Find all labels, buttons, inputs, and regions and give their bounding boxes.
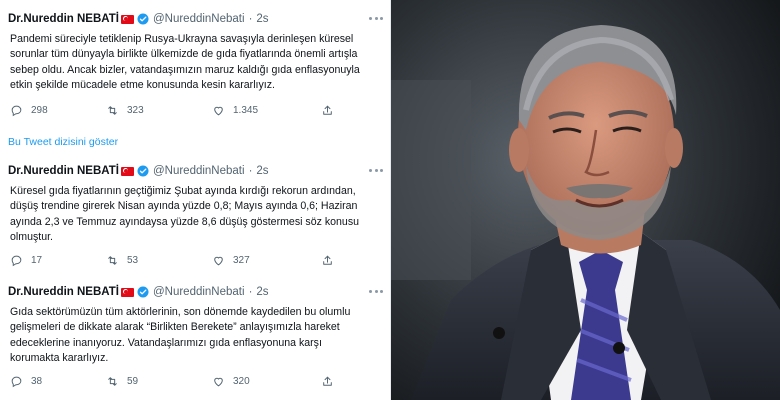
retweet-count: 53: [127, 255, 139, 266]
tweet-2[interactable]: Dr.Nureddin NEBATİ @NureddinNebati · 2s …: [0, 164, 391, 245]
verified-badge-icon: [137, 165, 149, 177]
share-icon: [323, 376, 332, 386]
reply-icon: [11, 376, 22, 388]
separator-dot: ·: [248, 286, 253, 298]
tweet-header: Dr.Nureddin NEBATİ @NureddinNebati · 2s: [8, 12, 383, 26]
reply-icon: [11, 105, 22, 117]
like-icon: [214, 256, 223, 266]
tweet-header: Dr.Nureddin NEBATİ @NureddinNebati · 2s: [8, 164, 383, 178]
more-icon[interactable]: [369, 167, 383, 173]
tweet-time[interactable]: 2s: [256, 164, 268, 178]
author-handle[interactable]: @NureddinNebati: [153, 164, 245, 178]
tweet-text-line: Pandemi süreciyle tetiklenip Rusya-Ukray…: [10, 33, 354, 45]
man-portrait-image: [391, 0, 780, 400]
tweet-text-line: etkin şekilde mücadele etme konusunda ke…: [10, 78, 275, 91]
turkey-flag-icon: [120, 166, 134, 176]
tweet-3[interactable]: Dr.Nureddin NEBATİ @NureddinNebati · 2s …: [0, 285, 391, 366]
like-button[interactable]: 1.345: [212, 104, 258, 117]
tweet-actions: 298 323 1.345: [8, 104, 348, 118]
tweet-1[interactable]: Dr.Nureddin NEBATİ @NureddinNebati · 2s …: [0, 12, 391, 93]
show-thread-link[interactable]: Bu Tweet dizisini göster: [8, 136, 118, 148]
share-button[interactable]: [321, 375, 342, 388]
portrait-photo: [391, 0, 780, 400]
share-button[interactable]: [321, 254, 342, 267]
tweet-text-line: ayında 2,3 ve Temmuz ayındaysa yüzde 8,6…: [10, 215, 360, 228]
tweet-text-line: olmuştur.: [10, 230, 53, 243]
reply-count: 17: [31, 255, 43, 266]
retweet-icon: [108, 106, 117, 115]
tweet-text: Gıda sektörümüzün tüm aktörlerinin, son …: [8, 305, 383, 366]
reply-count: 38: [31, 376, 43, 387]
share-button[interactable]: [321, 104, 342, 117]
like-count: 327: [233, 255, 250, 266]
tweet-text-line: sorunlar tüm dünyayla birlikte ülkemizde…: [10, 48, 358, 61]
author-handle[interactable]: @NureddinNebati: [153, 285, 245, 299]
tweet-time[interactable]: 2s: [256, 285, 268, 299]
reply-button[interactable]: 17: [10, 254, 42, 267]
more-icon[interactable]: [369, 15, 383, 21]
author-name[interactable]: Dr.Nureddin NEBATİ: [8, 164, 119, 178]
author-handle[interactable]: @NureddinNebati: [153, 12, 245, 26]
retweet-icon: [108, 377, 117, 386]
tweet-text-line: sebep oldu. Ancak bizler, vatandaşımızın…: [10, 63, 360, 76]
verified-badge-icon: [137, 286, 149, 298]
share-icon: [323, 105, 332, 115]
tweet-text-line: korumakta kararlıyız.: [10, 351, 109, 364]
tweet-text-line: düşüş trendine girerek Nisan ayında yüzd…: [10, 200, 358, 213]
like-icon: [214, 106, 223, 116]
tweet-text: Pandemi süreciyle tetiklenip Rusya-Ukray…: [8, 32, 383, 93]
tweet-text-line: Gıda sektörümüzün tüm aktörlerinin, son …: [10, 306, 351, 318]
verified-badge-icon: [137, 13, 149, 25]
separator-dot: ·: [248, 165, 253, 177]
tweet-text: Küresel gıda fiyatlarının geçtiğimiz Şub…: [8, 184, 383, 245]
tweet-header: Dr.Nureddin NEBATİ @NureddinNebati · 2s: [8, 285, 383, 299]
separator-dot: ·: [248, 13, 253, 25]
more-icon[interactable]: [369, 288, 383, 294]
reply-count: 298: [31, 105, 48, 116]
turkey-flag-icon: [120, 14, 134, 24]
tweet-text-line: edeceklerine inanıyoruz. Vatandaşlarımız…: [10, 336, 322, 349]
share-icon: [323, 255, 332, 265]
like-icon: [214, 377, 223, 387]
reply-icon: [11, 255, 22, 267]
turkey-flag-icon: [120, 287, 134, 297]
tweet-text-line: gelişmeleri de dikkate alarak “Birlikten…: [10, 321, 340, 334]
retweet-button[interactable]: 59: [106, 375, 138, 388]
retweet-button[interactable]: 53: [106, 254, 138, 267]
retweet-count: 59: [127, 376, 139, 387]
tweet-text-line: Küresel gıda fiyatlarının geçtiğimiz Şub…: [10, 185, 356, 197]
retweet-count: 323: [127, 105, 144, 116]
retweet-button[interactable]: 323: [106, 104, 144, 117]
reply-button[interactable]: 298: [10, 104, 48, 117]
like-count: 320: [233, 376, 250, 387]
like-button[interactable]: 320: [212, 375, 250, 388]
tweet-thread-panel: Dr.Nureddin NEBATİ @NureddinNebati · 2s …: [0, 0, 391, 400]
author-name[interactable]: Dr.Nureddin NEBATİ: [8, 285, 119, 299]
author-name[interactable]: Dr.Nureddin NEBATİ: [8, 12, 119, 26]
like-button[interactable]: 327: [212, 254, 250, 267]
reply-button[interactable]: 38: [10, 375, 42, 388]
tweet-actions: 38 59 320: [8, 375, 348, 389]
tweet-actions: 17 53 327: [8, 254, 348, 268]
like-count: 1.345: [233, 105, 259, 116]
retweet-icon: [108, 256, 117, 265]
tweet-time[interactable]: 2s: [256, 12, 268, 26]
